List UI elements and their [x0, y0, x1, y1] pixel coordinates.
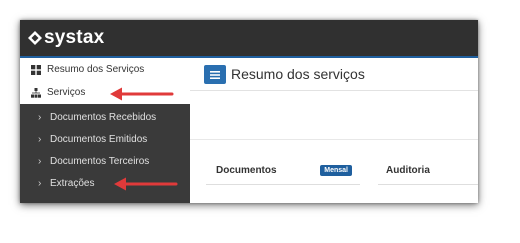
submenu-item-documentos-terceiros[interactable]: › Documentos Terceiros: [20, 150, 190, 172]
page-header: Resumo dos serviços: [190, 58, 478, 91]
submenu-item-label: Documentos Terceiros: [50, 155, 150, 167]
chevron-right-icon: ›: [38, 111, 42, 123]
period-badge[interactable]: Mensal: [320, 165, 352, 176]
logo-mark-icon: [28, 31, 42, 45]
chevron-right-icon: ›: [38, 155, 42, 167]
sidebar-item-resumo-dos-servicos[interactable]: Resumo dos Serviços: [20, 58, 190, 81]
chevron-right-icon: ›: [38, 133, 42, 145]
card-documentos-header: Documentos Mensal: [206, 157, 360, 185]
sidebar-item-label: Resumo dos Serviços: [47, 64, 145, 75]
submenu-item-label: Extrações: [50, 177, 95, 189]
app-window: systax Resumo dos Serviços Serviços › Do…: [20, 20, 478, 203]
card-auditoria-header: Auditoria: [378, 157, 478, 185]
top-bar: systax: [20, 20, 478, 56]
menu-toggle-button[interactable]: [204, 65, 226, 84]
submenu-item-documentos-emitidos[interactable]: › Documentos Emitidos: [20, 128, 190, 150]
page-title: Resumo dos serviços: [231, 66, 365, 82]
submenu-item-label: Documentos Emitidos: [50, 133, 148, 145]
dashboard-icon: [31, 64, 41, 75]
sitemap-icon: [31, 87, 41, 98]
submenu-item-label: Documentos Recebidos: [50, 111, 157, 123]
hamburger-icon: [210, 70, 220, 79]
divider: [190, 139, 478, 140]
chevron-right-icon: ›: [38, 177, 42, 189]
card-title: Auditoria: [386, 165, 430, 176]
annotation-arrow-icon: [110, 87, 174, 101]
annotation-arrow-icon: [114, 177, 178, 191]
card-title: Documentos: [216, 165, 277, 176]
brand-logo[interactable]: systax: [28, 27, 104, 49]
submenu-item-documentos-recebidos[interactable]: › Documentos Recebidos: [20, 106, 190, 128]
sidebar-item-label: Serviços: [47, 87, 86, 98]
brand-name: systax: [44, 27, 105, 48]
